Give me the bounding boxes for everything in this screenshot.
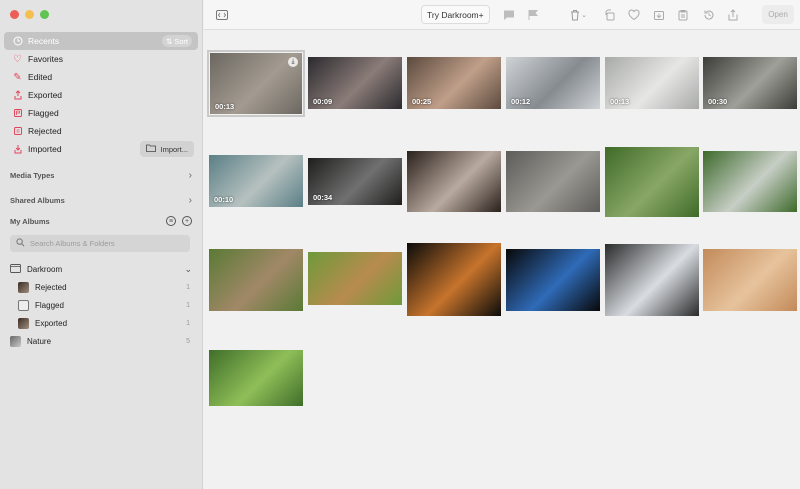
laptop-hands-photo[interactable]: 00:25 [407, 57, 501, 109]
import-icon [12, 144, 23, 155]
sidebar-item-recents[interactable]: Recents ⇅ Sort [4, 32, 198, 50]
share-icon[interactable] [725, 7, 741, 23]
album-rejected[interactable]: Rejected 1 [18, 279, 192, 295]
misty-street-photo[interactable]: 00:12 [506, 57, 600, 109]
donkey-photo[interactable] [209, 249, 303, 311]
sidebar-item-label: Flagged [28, 108, 59, 118]
heart-icon: ♡ [13, 53, 22, 65]
sort-button[interactable]: ⇅ Sort [161, 35, 192, 47]
try-darkroom-plus-button[interactable]: Try Darkroom+ [421, 5, 490, 24]
album-exported[interactable]: Exported 1 [18, 315, 192, 331]
my-albums-header: My Albums ≡ + [10, 214, 192, 228]
toggle-sidebar-icon[interactable] [214, 7, 230, 23]
sidebar-item-rejected[interactable]: Rejected [4, 122, 198, 140]
open-button[interactable]: Open [762, 5, 794, 24]
video-duration: 00:25 [412, 97, 432, 106]
search-icon [16, 238, 25, 249]
pencil-icon: ✎ [13, 71, 22, 83]
sidebar-item-label: Recents [28, 36, 60, 46]
sort-icon: ⇅ [165, 36, 173, 46]
video-duration: 00:12 [511, 97, 531, 106]
video-duration: 00:09 [313, 97, 333, 106]
album-thumbnail [10, 335, 21, 347]
dark-room-photo[interactable]: 00:34 [308, 158, 402, 205]
close-window-button[interactable] [10, 10, 19, 19]
antelope-photo[interactable] [308, 252, 402, 305]
zoom-window-button[interactable] [40, 10, 49, 19]
album-search [10, 235, 190, 252]
video-duration: 00:30 [708, 97, 728, 106]
clock-icon [12, 36, 23, 47]
cat-photo[interactable] [703, 151, 797, 212]
minimize-window-button[interactable] [25, 10, 34, 19]
sidebar-item-label: Imported [28, 144, 62, 154]
woman-window-photo[interactable]: 00:10 [209, 155, 303, 207]
archive-icon[interactable] [651, 7, 667, 23]
album-options-icon[interactable]: ≡ [166, 216, 176, 226]
window-controls [10, 10, 49, 19]
album-nature[interactable]: Nature 5 [10, 333, 192, 349]
clipboard-icon[interactable] [675, 7, 691, 23]
sidebar-item-label: Rejected [28, 126, 62, 136]
album-flagged[interactable]: Flagged 1 [18, 297, 192, 313]
goat-grass-photo[interactable] [605, 147, 699, 217]
chevron-right-icon: › [188, 194, 192, 206]
sidebar-item-label: Exported [28, 90, 63, 100]
comment-icon[interactable] [501, 7, 517, 23]
sidebar-item-imported[interactable]: Imported Import... [4, 140, 198, 158]
folder-darkroom[interactable]: Darkroom ⌄ [10, 261, 192, 277]
album-thumbnail [18, 281, 29, 293]
chevron-right-icon: › [188, 169, 192, 181]
video-duration: 00:13 [610, 97, 630, 106]
export-icon [12, 90, 23, 101]
sidebar-item-label: Edited [28, 72, 53, 82]
folder-icon [146, 144, 157, 154]
flag-icon [12, 108, 23, 119]
flag-toolbar-icon[interactable] [525, 7, 541, 23]
chevron-down-icon[interactable]: ⌄ [184, 264, 192, 275]
video-duration: 00:34 [313, 193, 333, 202]
woman-in-car-photo[interactable]: ⤓ 00:13 [207, 50, 305, 117]
add-album-icon[interactable]: + [182, 216, 192, 226]
sidebar-item-label: Favorites [28, 54, 63, 64]
trash-icon[interactable]: ⌄ [566, 7, 590, 23]
album-thumbnail [18, 317, 29, 329]
import-button[interactable]: Import... [140, 141, 194, 157]
search-input[interactable] [30, 239, 180, 248]
sidebar-item-edited[interactable]: ✎ Edited [4, 68, 198, 86]
rotate-icon[interactable] [602, 7, 618, 23]
library-nav: Recents ⇅ Sort ♡ Favorites ✎ Edited Expo… [4, 32, 198, 158]
swing-photo[interactable]: 00:30 [703, 57, 797, 109]
video-duration: 00:10 [214, 195, 234, 204]
tiger-photo[interactable] [407, 243, 501, 316]
download-icon: ⤓ [288, 57, 298, 67]
sidebar-item-favorites[interactable]: ♡ Favorites [4, 50, 198, 68]
chevron-down-icon: ⌄ [581, 12, 587, 19]
penguins-photo[interactable] [605, 244, 699, 316]
sidebar-item-flagged[interactable]: Flagged [4, 104, 198, 122]
crowd-aerial-photo[interactable]: 00:13 [605, 57, 699, 109]
shared-albums-header[interactable]: Shared Albums › [10, 193, 192, 207]
zebra-photo[interactable] [209, 350, 303, 406]
raccoon-photo[interactable] [407, 151, 501, 212]
woman-on-phone-photo[interactable]: 00:09 [308, 57, 402, 109]
video-duration: 00:13 [215, 102, 235, 111]
photo-grid: ⤓ 00:13 00:09 00:25 00:12 00:13 00:30 00… [204, 31, 800, 489]
elephants-photo[interactable] [703, 249, 797, 311]
sidebar-item-exported[interactable]: Exported [4, 86, 198, 104]
history-icon[interactable] [701, 7, 717, 23]
toolbar: Try Darkroom+ ⌄ Open [204, 0, 800, 30]
reject-icon [12, 126, 23, 137]
sidebar: Recents ⇅ Sort ♡ Favorites ✎ Edited Expo… [0, 0, 203, 489]
media-types-header[interactable]: Media Types › [10, 168, 192, 182]
album-empty-icon [18, 299, 29, 311]
bird-on-rock-photo[interactable] [506, 151, 600, 212]
folder-icon [10, 263, 21, 275]
favorite-heart-icon[interactable] [626, 7, 642, 23]
lorikeets-photo[interactable] [506, 249, 600, 311]
